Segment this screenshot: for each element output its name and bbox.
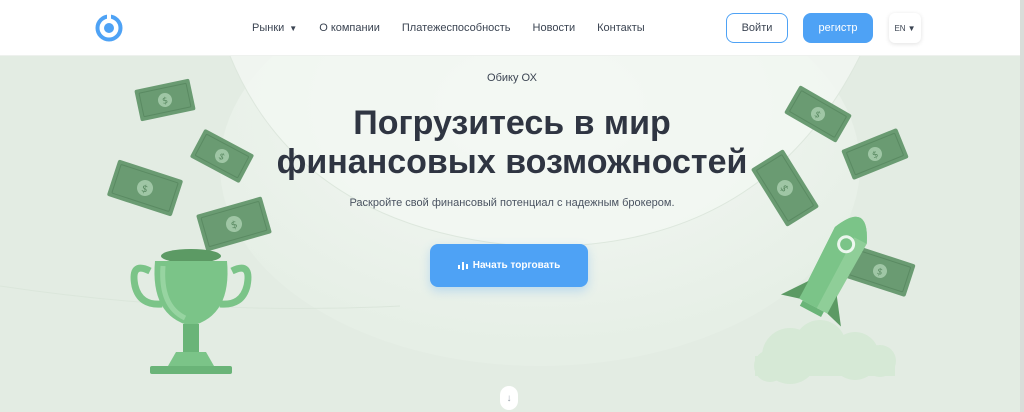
nav-item-label: О компании (319, 22, 380, 34)
nav-item-solvency[interactable]: Платежеспособность (402, 22, 511, 34)
register-button[interactable]: регистр (803, 13, 873, 43)
hero-section: Обику ОХ Погрузитесь в мир финансовых во… (0, 56, 1024, 412)
money-bill-icon: $ (751, 149, 819, 227)
nav-item-label: Контакты (597, 22, 645, 34)
nav-item-news[interactable]: Новости (533, 22, 576, 34)
nav-item-about[interactable]: О компании (319, 22, 380, 34)
main-nav: Рынки ▼ О компании Платежеспособность Но… (252, 0, 645, 56)
nav-item-label: Новости (532, 22, 576, 34)
language-label: EN (894, 23, 906, 33)
language-selector[interactable]: EN ▼ (889, 13, 921, 43)
logo-icon[interactable] (95, 14, 123, 42)
nav-item-label: Платежеспособность (401, 22, 511, 34)
arrow-down-icon: ↓ (506, 392, 512, 404)
smoke-cloud (754, 320, 896, 384)
money-bill-icon: $ (841, 128, 909, 180)
right-illustration: $ $ $ $ (751, 85, 916, 384)
money-bill-icon: $ (784, 85, 852, 143)
scroll-down-button[interactable]: ↓ (500, 386, 518, 410)
chevron-down-icon: ▼ (907, 23, 916, 33)
login-button[interactable]: Войти (726, 13, 788, 43)
chevron-down-icon: ▼ (289, 23, 298, 33)
nav-item-markets[interactable]: Рынки ▼ (252, 22, 297, 34)
nav-item-contacts[interactable]: Контакты (597, 22, 645, 34)
nav-item-label: Рынки (252, 22, 285, 34)
site-header: Рынки ▼ О компании Платежеспособность Но… (0, 0, 1024, 56)
page-scrollbar[interactable] (1020, 0, 1024, 412)
